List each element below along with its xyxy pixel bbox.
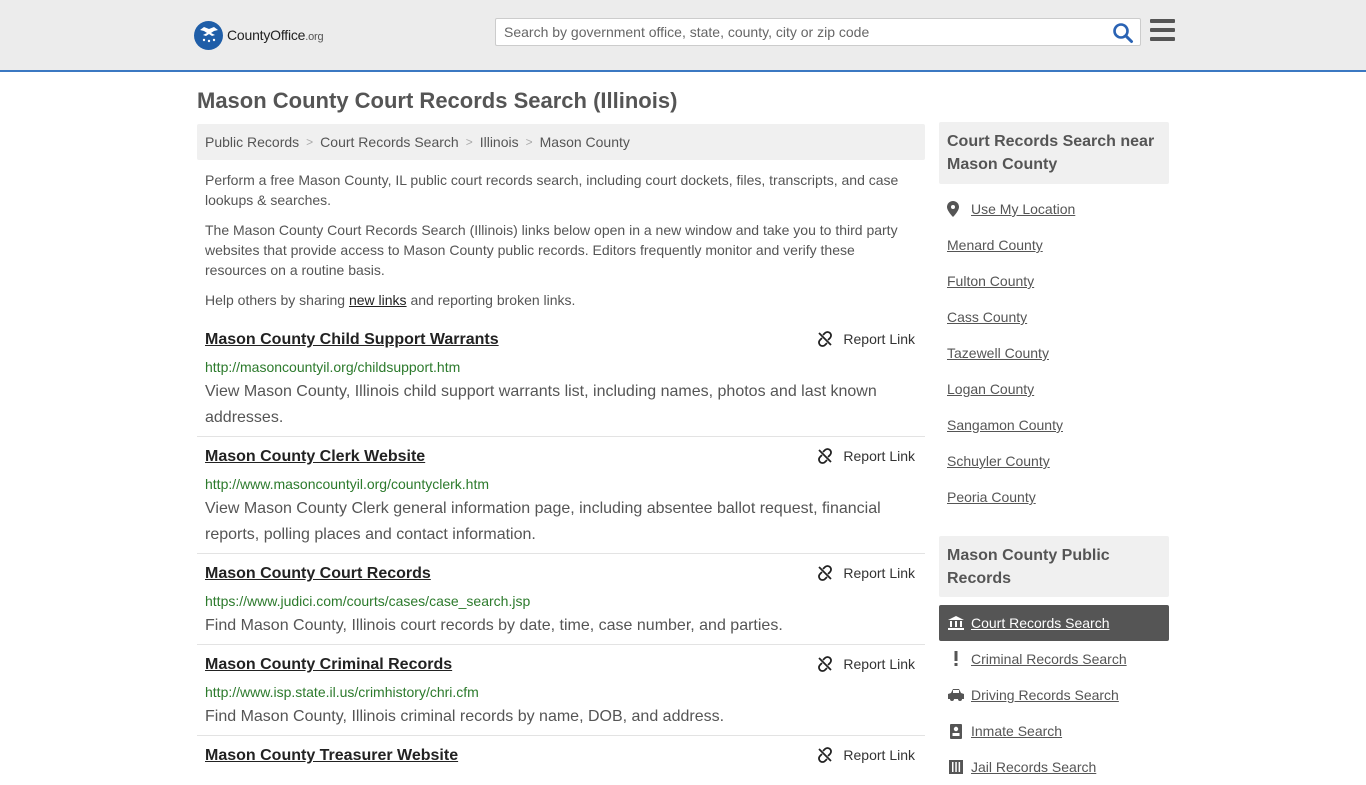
report-link-label: Report Link xyxy=(843,565,915,581)
exclamation-icon xyxy=(947,650,965,668)
record-description: View Mason County, Illinois child suppor… xyxy=(205,383,877,426)
sidebar-item-criminal-records[interactable]: Criminal Records Search xyxy=(939,641,1169,677)
report-link-label: Report Link xyxy=(843,448,915,464)
breadcrumb-separator: > xyxy=(465,135,473,149)
sidebar-item-label[interactable]: Inmate Search xyxy=(971,723,1062,739)
record-item: Mason County Clerk Website Report Link h… xyxy=(197,448,925,554)
intro-paragraph-1: Perform a free Mason County, IL public c… xyxy=(205,172,899,208)
use-my-location-link[interactable]: Use My Location xyxy=(971,201,1075,217)
report-link-label: Report Link xyxy=(843,331,915,347)
breadcrumb-public-records[interactable]: Public Records xyxy=(205,134,299,150)
jail-icon xyxy=(947,758,965,776)
record-item: Mason County Child Support Warrants Repo… xyxy=(197,331,925,437)
intro-text: Perform a free Mason County, IL public c… xyxy=(205,170,917,320)
record-title-link[interactable]: Mason County Criminal Records xyxy=(205,656,452,674)
record-url: http://www.isp.state.il.us/crimhistory/c… xyxy=(205,684,479,700)
record-url: http://www.masoncountyil.org/countyclerk… xyxy=(205,476,490,492)
record-title-link[interactable]: Mason County Child Support Warrants xyxy=(205,331,499,349)
record-url: http://masoncountyil.org/childsupport.ht… xyxy=(205,359,461,375)
logo-text: CountyOffice.org xyxy=(227,27,324,43)
nearby-county-link[interactable]: Sangamon County xyxy=(947,417,1063,433)
nearby-county-link[interactable]: Logan County xyxy=(947,381,1034,397)
sidebar-item-driving-records[interactable]: Driving Records Search xyxy=(939,677,1169,713)
search-bar xyxy=(495,18,1141,46)
site-header: CountyOffice.org xyxy=(0,0,1366,72)
nearby-county-link[interactable]: Menard County xyxy=(947,237,1043,253)
record-title-link[interactable]: Mason County Clerk Website xyxy=(205,448,425,466)
record-title-link[interactable]: Mason County Court Records xyxy=(205,565,431,583)
nearby-county-link[interactable]: Peoria County xyxy=(947,489,1036,505)
sidebar-item-inmate-search[interactable]: Inmate Search xyxy=(939,713,1169,749)
breadcrumb-separator: > xyxy=(306,135,314,149)
broken-link-icon xyxy=(818,747,833,763)
map-pin-icon xyxy=(947,201,959,217)
sidebar-heading-public-records: Mason County Public Records xyxy=(939,536,1169,597)
search-icon[interactable] xyxy=(1112,22,1134,44)
record-item: Mason County Criminal Records Report Lin… xyxy=(197,656,925,736)
sidebar-heading-near: Court Records Search near Mason County xyxy=(939,122,1169,184)
report-link-button[interactable]: Report Link xyxy=(817,331,915,347)
report-link-button[interactable]: Report Link xyxy=(817,656,915,672)
logo-brand: CountyOffice xyxy=(227,27,306,43)
report-link-button[interactable]: Report Link xyxy=(817,747,915,763)
sidebar-item-jail-records[interactable]: Jail Records Search xyxy=(939,749,1169,785)
record-description: Find Mason County, Illinois criminal rec… xyxy=(205,708,725,725)
nearby-county-link[interactable]: Cass County xyxy=(947,309,1027,325)
record-item: Mason County Court Records Report Link h… xyxy=(197,565,925,645)
hamburger-menu-icon[interactable] xyxy=(1150,19,1175,41)
intro-paragraph-2: The Mason County Court Records Search (I… xyxy=(205,222,898,278)
sidebar-item-label[interactable]: Driving Records Search xyxy=(971,687,1119,703)
breadcrumb-mason-county[interactable]: Mason County xyxy=(540,134,630,150)
use-location-row: Use My Location xyxy=(947,201,1075,217)
nearby-county-link[interactable]: Tazewell County xyxy=(947,345,1049,361)
breadcrumb: Public Records > Court Records Search > … xyxy=(197,124,925,160)
intro-report-text: and reporting broken links. xyxy=(406,292,576,308)
breadcrumb-illinois[interactable]: Illinois xyxy=(480,134,519,150)
record-description: View Mason County Clerk general informat… xyxy=(205,500,881,543)
page-title: Mason County Court Records Search (Illin… xyxy=(197,88,678,113)
search-input[interactable] xyxy=(496,19,1106,45)
logo-tld: .org xyxy=(305,31,324,43)
record-description: Find Mason County, Illinois court record… xyxy=(205,617,783,634)
report-link-label: Report Link xyxy=(843,747,915,763)
car-icon xyxy=(947,686,965,704)
breadcrumb-court-records[interactable]: Court Records Search xyxy=(320,134,459,150)
sidebar-item-label[interactable]: Court Records Search xyxy=(971,615,1110,631)
broken-link-icon xyxy=(818,565,833,581)
record-url: https://www.judici.com/courts/cases/case… xyxy=(205,593,531,609)
broken-link-icon xyxy=(818,656,833,672)
courthouse-icon xyxy=(947,614,965,632)
report-link-button[interactable]: Report Link xyxy=(817,565,915,581)
broken-link-icon xyxy=(818,448,833,464)
record-title-link[interactable]: Mason County Treasurer Website xyxy=(205,747,458,765)
sidebar-item-court-records[interactable]: Court Records Search xyxy=(939,605,1169,641)
broken-link-icon xyxy=(818,331,833,347)
report-link-label: Report Link xyxy=(843,656,915,672)
report-link-button[interactable]: Report Link xyxy=(817,448,915,464)
intro-share-text: Help others by sharing xyxy=(205,292,349,308)
eagle-seal-icon xyxy=(194,20,223,50)
id-card-icon xyxy=(947,722,965,740)
nearby-county-link[interactable]: Schuyler County xyxy=(947,453,1050,469)
intro-paragraph-3: Help others by sharing new links and rep… xyxy=(205,290,917,310)
record-item: Mason County Treasurer Website Report Li… xyxy=(197,747,925,768)
sidebar-item-label[interactable]: Jail Records Search xyxy=(971,759,1096,775)
new-links-link[interactable]: new links xyxy=(349,292,407,308)
site-logo[interactable]: CountyOffice.org xyxy=(194,20,324,50)
breadcrumb-separator: > xyxy=(525,135,533,149)
sidebar-item-label[interactable]: Criminal Records Search xyxy=(971,651,1127,667)
nearby-county-link[interactable]: Fulton County xyxy=(947,273,1034,289)
